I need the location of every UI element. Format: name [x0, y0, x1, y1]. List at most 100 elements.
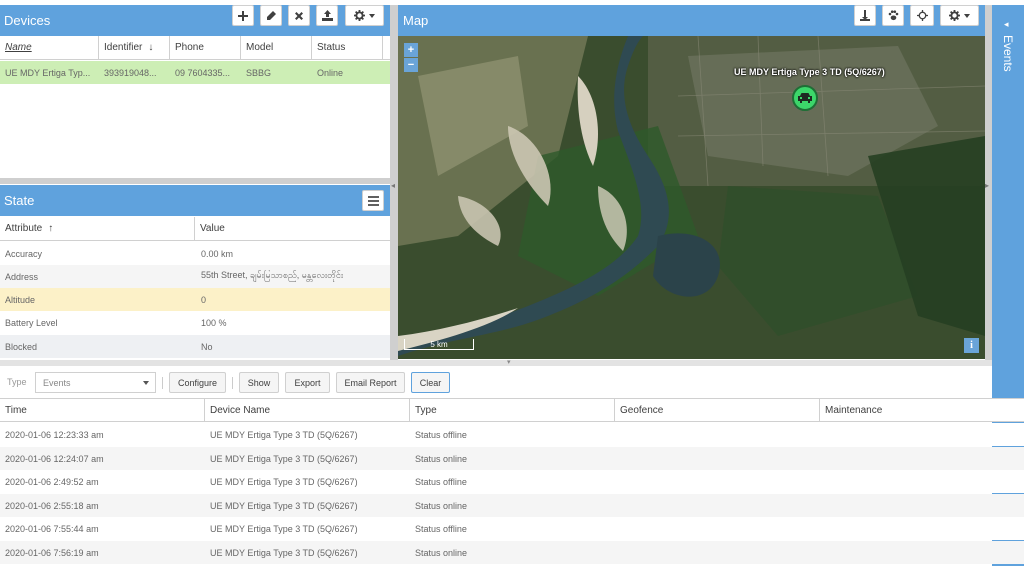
- upload-button[interactable]: [316, 5, 338, 26]
- state-row[interactable]: Address 55th Street, ချမ်းမြသာစည်, မန္တလ…: [0, 265, 390, 288]
- sort-asc-icon: ↑: [48, 223, 54, 234]
- column-status[interactable]: Status: [312, 36, 383, 59]
- gear-icon: [354, 10, 365, 21]
- collapse-down-icon[interactable]: ▾: [507, 358, 511, 366]
- event-row[interactable]: 2020-01-06 7:55:44 am UE MDY Ertiga Type…: [0, 517, 1024, 540]
- column-geofence[interactable]: Geofence: [615, 399, 820, 421]
- export-button[interactable]: Export: [285, 372, 330, 393]
- state-row[interactable]: Altitude 0: [0, 288, 390, 311]
- state-row[interactable]: Battery Level 100 %: [0, 311, 390, 334]
- event-device: UE MDY Ertiga Type 3 TD (5Q/6267): [210, 523, 358, 534]
- edit-device-button[interactable]: [260, 5, 282, 26]
- event-time: 2020-01-06 12:24:07 am: [5, 453, 104, 464]
- event-device: UE MDY Ertiga Type 3 TD (5Q/6267): [210, 476, 358, 487]
- configure-button[interactable]: Configure: [169, 372, 226, 393]
- map-view[interactable]: + − UE MDY Ertiga Type 3 TD (5Q/6267) 5 …: [398, 36, 985, 359]
- type-select-value: Events: [43, 377, 71, 388]
- map-title: Map: [403, 13, 429, 28]
- event-type: Status online: [415, 453, 468, 464]
- column-value[interactable]: Value: [195, 217, 390, 240]
- device-status: Online: [317, 67, 344, 78]
- show-button[interactable]: Show: [239, 372, 279, 393]
- collapse-right-icon[interactable]: ▸: [985, 181, 989, 190]
- event-time: 2020-01-06 2:49:52 am: [5, 476, 99, 487]
- state-value: 0.00 km: [201, 248, 234, 259]
- add-device-button[interactable]: [232, 5, 254, 26]
- event-row[interactable]: 2020-01-06 12:24:07 am UE MDY Ertiga Typ…: [0, 447, 1024, 470]
- device-row[interactable]: UE MDY Ertiga Typ... 393919048... 09 760…: [0, 61, 390, 84]
- column-name[interactable]: Name: [0, 36, 99, 59]
- scale-label: 5 km: [430, 340, 448, 349]
- column-time[interactable]: Time: [0, 399, 205, 421]
- follow-button[interactable]: [854, 5, 876, 26]
- event-type: Status offline: [415, 429, 467, 440]
- event-device: UE MDY Ertiga Type 3 TD (5Q/6267): [210, 500, 358, 511]
- right-map-splitter[interactable]: ▸: [985, 5, 992, 360]
- vehicle-marker[interactable]: [792, 85, 818, 111]
- column-model[interactable]: Model: [241, 36, 312, 59]
- locate-button[interactable]: [910, 5, 934, 26]
- state-header: State: [0, 185, 390, 216]
- column-type[interactable]: Type: [410, 399, 615, 421]
- event-row[interactable]: 2020-01-06 7:56:19 am UE MDY Ertiga Type…: [0, 541, 1024, 564]
- state-title: State: [4, 193, 35, 208]
- event-device: UE MDY Ertiga Type 3 TD (5Q/6267): [210, 547, 358, 558]
- column-device-name[interactable]: Device Name: [205, 399, 410, 421]
- car-icon: [798, 93, 812, 103]
- collapse-left-icon[interactable]: ◂: [391, 181, 395, 190]
- left-horizontal-splitter[interactable]: [0, 178, 390, 184]
- chevron-down-icon[interactable]: [143, 381, 149, 385]
- state-value: 0: [201, 294, 207, 305]
- type-label: Type: [7, 377, 27, 387]
- zoom-out-button[interactable]: −: [404, 58, 418, 72]
- event-device: UE MDY Ertiga Type 3 TD (5Q/6267): [210, 429, 358, 440]
- clear-button[interactable]: Clear: [411, 372, 450, 393]
- device-identifier: 393919048...: [104, 67, 157, 78]
- trail-button[interactable]: [882, 5, 904, 26]
- state-row[interactable]: Accuracy 0.00 km: [0, 242, 390, 265]
- bottom-splitter[interactable]: ▾: [0, 358, 992, 366]
- state-grid-header: Attribute ↑ Value: [0, 217, 390, 241]
- state-attribute: Battery Level: [5, 317, 58, 328]
- satellite-imagery: [398, 36, 985, 359]
- column-phone[interactable]: Phone: [170, 36, 241, 59]
- event-row[interactable]: 2020-01-06 2:49:52 am UE MDY Ertiga Type…: [0, 470, 1024, 493]
- event-row[interactable]: 2020-01-06 2:55:18 am UE MDY Ertiga Type…: [0, 494, 1024, 517]
- close-icon: [295, 11, 303, 20]
- zoom-in-button[interactable]: +: [404, 43, 418, 57]
- column-maintenance[interactable]: Maintenance: [820, 399, 1024, 421]
- chevron-down-icon: [369, 13, 375, 18]
- pencil-icon: [267, 10, 276, 20]
- event-type: Status online: [415, 500, 468, 511]
- devices-grid-header: Name Identifier ↓ Phone Model Status: [0, 36, 390, 60]
- email-report-button[interactable]: Email Report: [336, 372, 405, 393]
- crosshair-icon: [916, 10, 928, 21]
- state-value: No: [201, 341, 213, 352]
- event-time: 2020-01-06 7:55:44 am: [5, 523, 99, 534]
- devices-settings-button[interactable]: [345, 5, 384, 26]
- sort-desc-icon: ↓: [148, 42, 154, 53]
- column-identifier[interactable]: Identifier ↓: [99, 36, 170, 59]
- event-time: 2020-01-06 2:55:18 am: [5, 500, 99, 511]
- gear-icon: [949, 10, 960, 21]
- event-time: 2020-01-06 12:23:33 am: [5, 429, 104, 440]
- column-attribute[interactable]: Attribute ↑: [0, 217, 195, 240]
- device-phone: 09 7604335...: [175, 67, 231, 78]
- state-value: 100 %: [201, 317, 227, 328]
- vertical-splitter[interactable]: ◂: [390, 5, 398, 360]
- device-name: UE MDY Ertiga Typ...: [5, 67, 91, 78]
- toolbar-separator: [232, 377, 233, 389]
- state-view-button[interactable]: [362, 190, 384, 211]
- remove-device-button[interactable]: [288, 5, 310, 26]
- event-type: Status offline: [415, 476, 467, 487]
- event-row[interactable]: 2020-01-06 12:23:33 am UE MDY Ertiga Typ…: [0, 423, 1024, 446]
- paw-icon: [888, 10, 898, 21]
- toolbar-separator: [162, 377, 163, 389]
- state-row[interactable]: Blocked No: [0, 335, 390, 358]
- state-attribute: Address: [5, 271, 39, 282]
- type-select[interactable]: Events: [35, 372, 156, 393]
- state-attribute: Altitude: [5, 294, 36, 305]
- attribution-info-button[interactable]: i: [964, 338, 979, 353]
- chevron-left-icon[interactable]: ◂: [1004, 19, 1009, 30]
- map-settings-button[interactable]: [940, 5, 979, 26]
